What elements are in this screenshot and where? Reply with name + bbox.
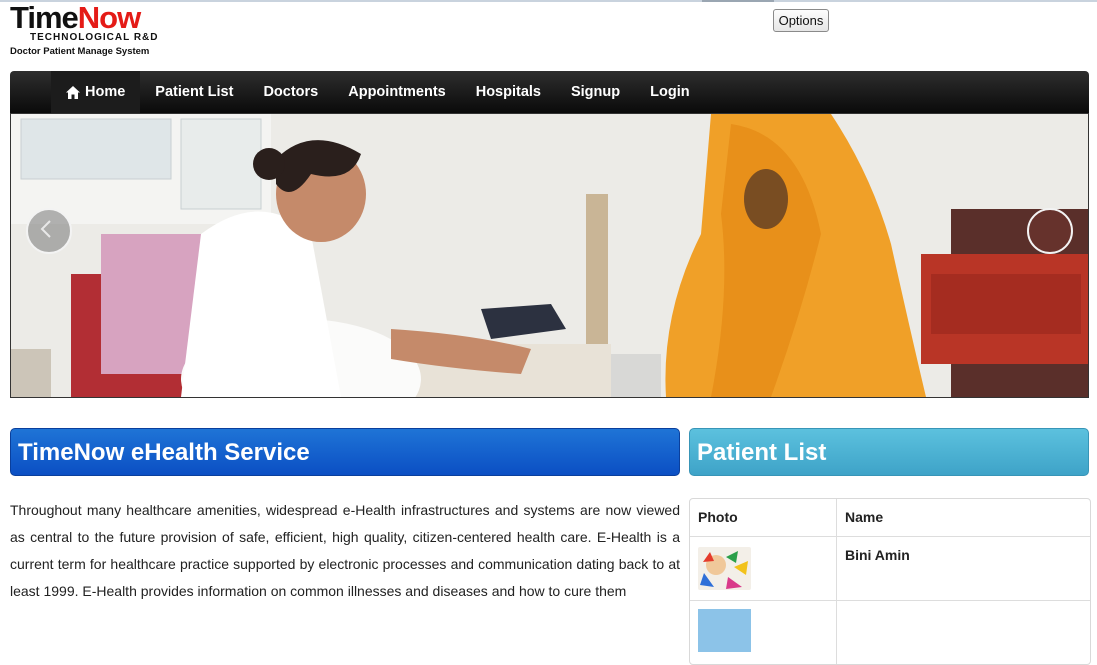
chevron-left-icon bbox=[40, 220, 51, 238]
patient-table: Photo Name Bini Amin bbox=[689, 498, 1091, 665]
nav-login[interactable]: Login bbox=[635, 71, 704, 113]
patient-name: Bini Amin bbox=[845, 547, 910, 563]
home-icon bbox=[66, 85, 80, 99]
browser-top-edge bbox=[0, 0, 1097, 2]
nav-patient-list[interactable]: Patient List bbox=[140, 71, 248, 113]
column-header-photo: Photo bbox=[690, 499, 837, 536]
carousel-prev-button[interactable] bbox=[26, 208, 72, 254]
hero-image bbox=[11, 114, 1088, 397]
table-row[interactable]: Bini Amin bbox=[690, 536, 1090, 600]
site-logo[interactable]: TimeNow TECHNOLOGICAL R&D Doctor Patient… bbox=[10, 0, 165, 61]
nav-doctors[interactable]: Doctors bbox=[248, 71, 333, 113]
table-header-row: Photo Name bbox=[690, 499, 1090, 536]
hero-carousel bbox=[10, 113, 1089, 398]
table-row[interactable] bbox=[690, 600, 1090, 664]
nav-appointments[interactable]: Appointments bbox=[333, 71, 460, 113]
nav-hospitals[interactable]: Hospitals bbox=[461, 71, 556, 113]
patient-list-heading: Patient List bbox=[689, 428, 1089, 476]
chevron-right-icon bbox=[1029, 210, 1067, 248]
intro-paragraph: Throughout many healthcare amenities, wi… bbox=[10, 502, 680, 599]
nav-signup[interactable]: Signup bbox=[556, 71, 635, 113]
patient-photo[interactable] bbox=[698, 547, 751, 590]
logo-word-time: Time bbox=[10, 0, 79, 35]
logo-tagline: Doctor Patient Manage System bbox=[10, 46, 150, 57]
carousel-next-button[interactable] bbox=[1027, 208, 1073, 254]
nav-home[interactable]: Home bbox=[51, 71, 141, 113]
logo-word-now: Now bbox=[77, 0, 141, 35]
nav-home-label: Home bbox=[85, 84, 126, 100]
patient-photo[interactable] bbox=[698, 609, 751, 652]
logo-wordmark: TimeNow bbox=[10, 0, 141, 35]
patient-photo-cell bbox=[690, 601, 837, 664]
service-heading: TimeNow eHealth Service bbox=[10, 428, 680, 476]
column-header-name: Name bbox=[845, 509, 884, 525]
browser-tab-indicator bbox=[702, 0, 774, 2]
options-button[interactable]: Options bbox=[773, 9, 829, 32]
patient-name bbox=[837, 601, 1090, 664]
main-navbar: Home Patient List Doctors Appointments H… bbox=[10, 71, 1089, 113]
patient-photo-cell bbox=[690, 537, 837, 600]
logo-subtitle: TECHNOLOGICAL R&D bbox=[30, 32, 159, 43]
